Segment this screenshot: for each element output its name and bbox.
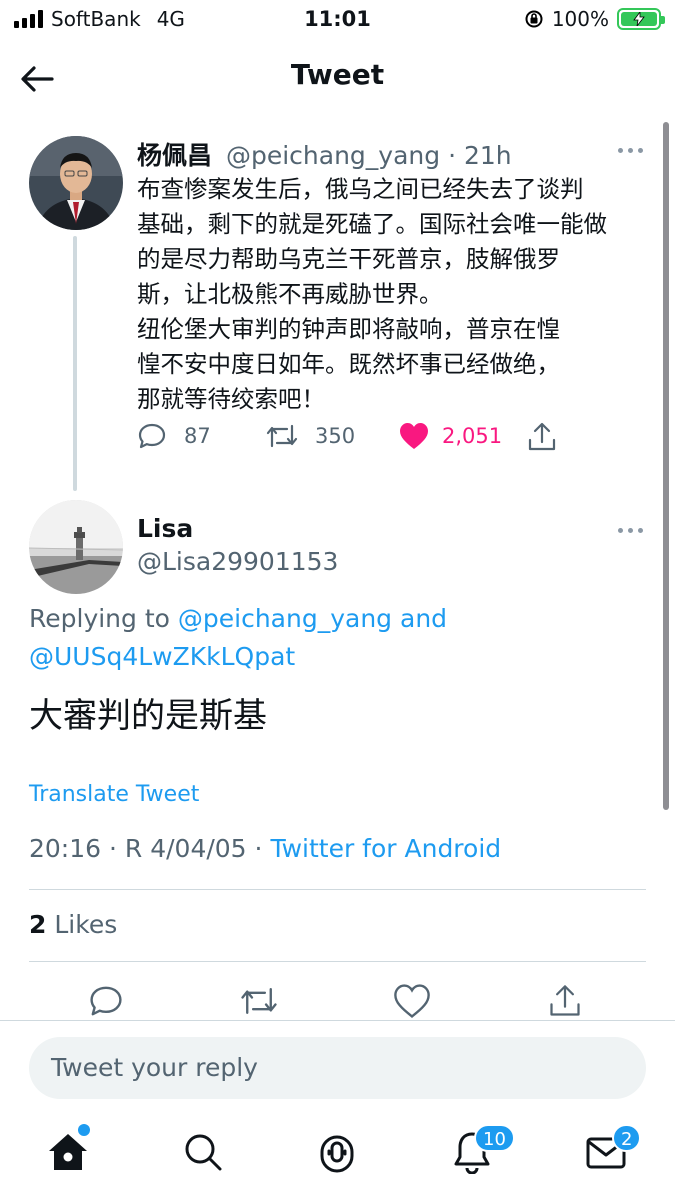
more-dot-icon [617,147,623,153]
retweet-icon [266,424,298,448]
messages-badge: 2 [612,1124,642,1152]
tab-search[interactable] [177,1126,229,1178]
battery-icon [617,8,665,30]
reply-icon [138,423,166,449]
reply-tweet-actions [0,978,675,1024]
tweet-text-line: 斯，让北极熊不再威胁世界。 [137,280,443,308]
parent-tweet-actions: 87 350 2,051 [137,421,567,457]
battery-percent: 100% [551,7,609,31]
tab-spaces[interactable] [311,1126,363,1178]
divider [29,961,646,962]
author-avatar[interactable] [29,136,123,230]
status-bar: SoftBank 4G 11:01 100% [0,0,675,40]
top-header: Tweet [0,44,675,110]
tweet-text-line: 基础，剩下的就是死磕了。国际社会唯一能做 [137,210,607,238]
thread-connector-line [73,236,77,491]
tab-notifications[interactable]: 10 [446,1124,515,1178]
reply-count: 87 [184,424,211,448]
tweet-text-line: 的是尽力帮助乌克兰干死普京，肢解俄罗 [137,245,560,273]
translate-tweet-link[interactable]: Translate Tweet [29,782,199,807]
page-title: Tweet [290,58,385,91]
reply-author-handle[interactable]: @Lisa29901153 [137,547,338,576]
like-action[interactable]: 2,051 [398,421,502,451]
reply-compose-bar: Tweet your reply [0,1020,675,1108]
more-dot-icon [627,527,633,533]
reply-more-button[interactable] [610,520,650,540]
notifications-badge: 10 [474,1124,515,1152]
retweet-count: 350 [315,424,356,448]
avatar-image [29,500,123,594]
scrollbar[interactable] [663,122,669,810]
bottom-tab-bar: 10 2 [0,1112,675,1200]
replying-and[interactable]: and [392,604,447,633]
tweet-text-line: 纽伦堡大审判的钟声即将敲响，普京在惶 [137,315,560,343]
home-icon [49,1134,87,1170]
tweet-text-line: 那就等待绞索吧！ [137,385,325,413]
reply-icon [90,986,122,1016]
status-right: 100% [524,7,665,31]
tweet-timestamp: 20:16 · R 4/04/05 · [29,834,263,863]
search-icon [185,1134,222,1171]
reply-author-name[interactable]: Lisa [137,514,193,543]
author-handle[interactable]: @peichang_yang [226,141,440,170]
charging-bolt-icon [633,12,645,26]
more-dot-icon [627,147,633,153]
share-action[interactable] [526,421,558,453]
tweet-text-line: 惶不安中度日如年。既然坏事已经做绝， [137,350,560,378]
retweet-icon [241,988,277,1014]
likes-summary[interactable]: 2 Likes [29,910,117,939]
more-dot-icon [617,527,623,533]
heart-filled-icon [400,423,428,449]
heart-icon [394,984,430,1018]
divider [29,889,646,890]
share-icon [528,422,556,451]
parent-tweet-text: 布查惨案发生后，俄乌之间已经失去了谈判 基础，剩下的就是死磕了。国际社会唯一能做… [137,172,657,417]
replying-to: Replying to @peichang_yang and @UUSq4LwZ… [29,600,659,676]
likes-count: 2 [29,910,47,939]
tweet-age: · 21h [448,141,512,170]
orientation-lock-icon [525,10,543,28]
share-icon [550,985,580,1016]
tab-messages[interactable]: 2 [580,1124,642,1178]
replying-prefix: Replying to [29,604,178,633]
more-dot-icon [637,147,643,153]
like-count: 2,051 [442,424,503,448]
replying-user-link[interactable]: @peichang_yang [178,604,392,633]
share-button[interactable] [542,978,588,1024]
retweet-action[interactable]: 350 [265,421,355,451]
tweet-text-line: 布查惨案发生后，俄乌之间已经失去了谈判 [137,175,584,203]
tweet-meta-line: 20:16 · R 4/04/05 · Twitter for Android [29,834,501,863]
retweet-button[interactable] [236,978,282,1024]
reply-author-avatar[interactable] [29,500,123,594]
reply-button[interactable] [83,978,129,1024]
reply-input[interactable]: Tweet your reply [29,1037,646,1099]
parent-tweet-header: 杨佩昌 @peichang_yang · 21h [137,136,512,172]
more-dot-icon [637,527,643,533]
home-unread-dot [78,1124,90,1136]
avatar-image [29,136,123,230]
like-button[interactable] [389,978,435,1024]
reply-action[interactable]: 87 [137,421,211,451]
author-name[interactable]: 杨佩昌 [137,141,212,170]
tab-home[interactable] [42,1124,94,1178]
spaces-microphone-icon [320,1135,354,1173]
parent-more-button[interactable] [610,140,650,160]
reply-tweet-text: 大審判的是斯基 [29,696,267,736]
tweet-source-link[interactable]: Twitter for Android [270,834,501,863]
likes-label: Likes [54,910,118,939]
replying-user-link[interactable]: @UUSq4LwZKkLQpat [29,642,295,671]
